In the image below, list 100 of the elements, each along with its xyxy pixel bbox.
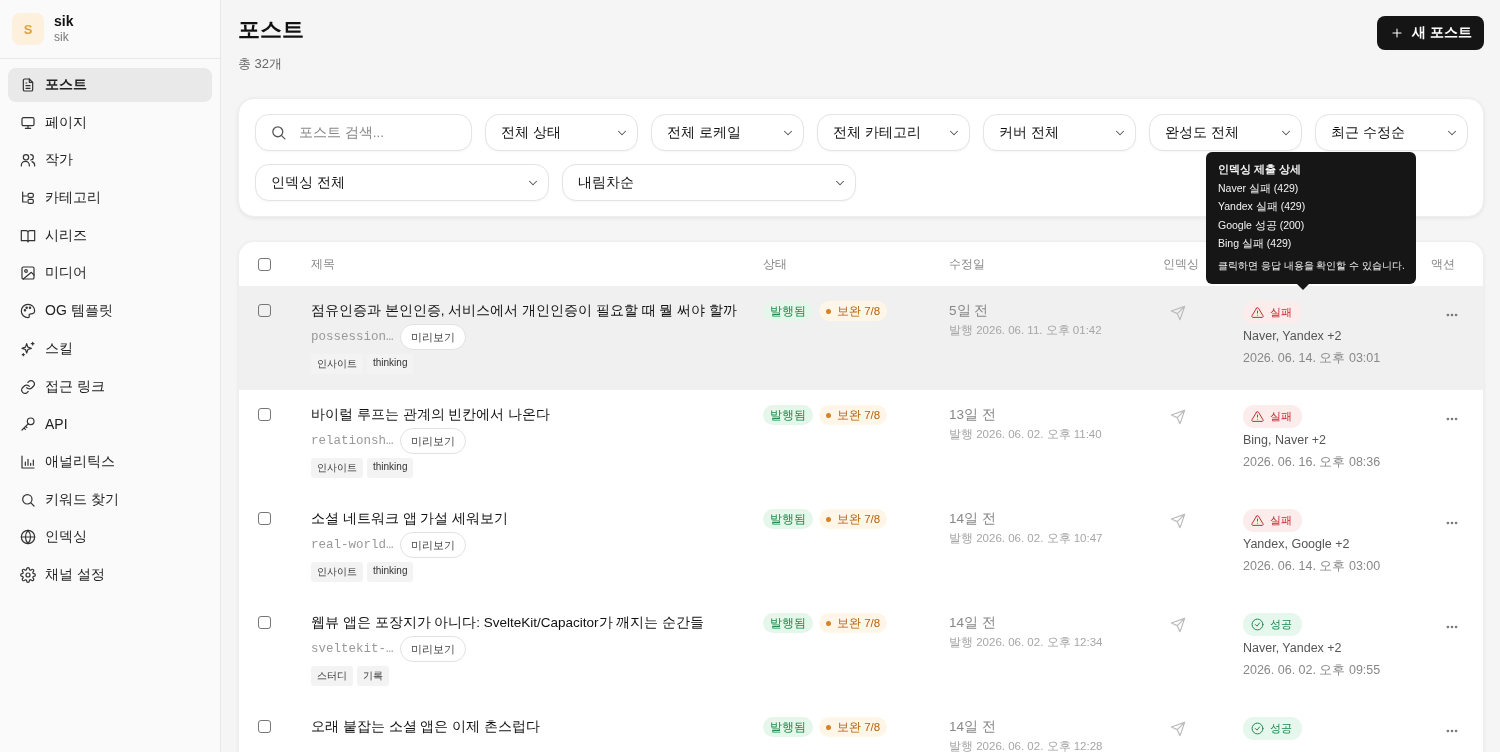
completeness-badge: 보완 7/8 <box>819 509 888 529</box>
filter-dropdown[interactable]: 전체 카테고리 <box>817 114 970 151</box>
index-result-badge[interactable]: 실패 <box>1243 405 1302 428</box>
palette-icon <box>20 303 36 320</box>
preview-button[interactable]: 미리보기 <box>399 428 466 454</box>
tag: 스터디 <box>311 666 353 686</box>
sidebar-item[interactable]: OG 템플릿 <box>8 294 212 329</box>
plus-icon <box>1390 26 1405 40</box>
modified-date: 14일 전 <box>949 614 997 632</box>
table-row[interactable]: 오래 붙잡는 소셜 앱은 이제 촌스럽다 발행됨 보완 7/8 14일 전 발행 2026. 06. 02. 오후 12:28 성공 <box>239 702 1483 752</box>
sidebar-item[interactable]: 애널리틱스 <box>8 444 212 479</box>
index-result-badge[interactable]: 실패 <box>1243 301 1302 324</box>
sidebar-item[interactable]: 스킬 <box>8 331 212 366</box>
search-icon <box>270 124 287 141</box>
row-checkbox[interactable] <box>258 720 271 733</box>
table-row[interactable]: 점유인증과 본인인증, 서비스에서 개인인증이 필요할 때 뭘 써야 할까 possession… 미리보기 인사이트 thinking 발행됨 보완 7/8 5일 전 발행 2026. 06. 11. 오후 01:42 실패 Naver, Yandex +2 2026. 06. 14. 오후 03:01 <box>239 286 1483 390</box>
sidebar-item[interactable]: 인덱싱 <box>8 520 212 555</box>
monitor-icon <box>20 114 36 131</box>
filter-dropdown[interactable]: 최근 수정순 <box>1315 114 1468 151</box>
sidebar-item[interactable]: 포스트 <box>8 68 212 102</box>
completeness-badge: 보완 7/8 <box>819 301 888 321</box>
check-circle-icon <box>1251 722 1264 735</box>
link-icon <box>20 378 36 395</box>
index-result-badge[interactable]: 성공 <box>1243 717 1302 740</box>
table-row[interactable]: 바이럴 루프는 관계의 빈칸에서 나온다 relationsh… 미리보기 인사이트 thinking 발행됨 보완 7/8 13일 전 발행 2026. 06. 02. 오후 11:40 실패 Bing, Naver +2 2026. 06. 16. 오후 08:36 <box>239 390 1483 494</box>
document-icon <box>20 77 36 93</box>
sidebar-item[interactable]: API <box>8 407 212 442</box>
index-result-badge[interactable]: 실패 <box>1243 509 1302 532</box>
tag: 인사이트 <box>311 562 363 582</box>
post-title[interactable]: 점유인증과 본인인증, 서비스에서 개인인증이 필요할 때 뭘 써야 할까 <box>311 301 763 320</box>
tag: 기록 <box>357 666 389 686</box>
sidebar-item[interactable]: 작가 <box>8 143 212 178</box>
users-icon <box>20 152 36 169</box>
search-engines: Bing, Naver +2 <box>1243 433 1328 447</box>
post-title[interactable]: 웹뷰 앱은 포장지가 아니다: SvelteKit/Capacitor가 깨지는 순간들 <box>311 613 763 632</box>
warning-icon <box>1251 410 1264 423</box>
indexed-date: 2026. 06. 16. 오후 08:36 <box>1243 454 1382 471</box>
sidebar-item[interactable]: 시리즈 <box>8 218 212 253</box>
filter-dropdown[interactable]: 인덱싱 전체 <box>255 164 549 201</box>
index-result-badge[interactable]: 성공 <box>1243 613 1302 636</box>
check-circle-icon <box>1251 618 1264 631</box>
tooltip-line: Bing 실패 (429) <box>1218 236 1292 251</box>
status-badge: 발행됨 <box>763 717 813 737</box>
indexed-date: 2026. 06. 14. 오후 03:00 <box>1243 558 1382 575</box>
image-icon <box>20 265 36 282</box>
preview-button[interactable]: 미리보기 <box>399 532 466 558</box>
filter-dropdown[interactable]: 커버 전체 <box>983 114 1136 151</box>
post-title[interactable]: 소셜 네트워크 앱 가설 세워보기 <box>311 509 763 528</box>
sidebar-item[interactable]: 페이지 <box>8 105 212 140</box>
column-header: 수정일 <box>949 256 985 271</box>
row-checkbox[interactable] <box>258 512 271 525</box>
sparkles-icon <box>20 340 36 357</box>
row-checkbox[interactable] <box>258 408 271 421</box>
new-post-button[interactable]: 새 포스트 <box>1377 16 1484 50</box>
published-date: 발행 2026. 06. 02. 오후 12:34 <box>949 635 1104 650</box>
indexed-date: 2026. 06. 14. 오후 03:01 <box>1243 350 1382 367</box>
sidebar-item[interactable]: 키워드 찾기 <box>8 482 212 517</box>
completeness-badge: 보완 7/8 <box>819 613 888 633</box>
tag: 인사이트 <box>311 458 363 478</box>
tooltip-note: 클릭하면 응답 내용을 확인할 수 있습니다. <box>1218 258 1405 273</box>
indexed-date: 2026. 06. 02. 오후 09:55 <box>1243 662 1382 679</box>
select-all-checkbox[interactable] <box>258 257 271 271</box>
table-row[interactable]: 웹뷰 앱은 포장지가 아니다: SvelteKit/Capacitor가 깨지는 순간들 sveltekit-… 미리보기 스터디 기록 발행됨 보완 7/8 14일 전 발행 2026. 06. 02. 오후 12:34 성공 Naver, Yandex +2 2026. 06. 02. 오후 09:55 <box>239 598 1483 702</box>
search-engines: Naver, Yandex +2 <box>1243 641 1343 655</box>
status-badge: 발행됨 <box>763 613 813 633</box>
post-slug: possession… <box>311 330 394 344</box>
filter-dropdown[interactable]: 전체 로케일 <box>651 114 804 151</box>
modified-date: 5일 전 <box>949 302 990 320</box>
sidebar-item[interactable]: 미디어 <box>8 256 212 291</box>
filter-dropdown[interactable]: 내림차순 <box>562 164 856 201</box>
column-header: 제목 <box>311 256 335 271</box>
search-input[interactable]: 포스트 검색... <box>297 124 461 141</box>
published-date: 발행 2026. 06. 02. 오후 10:47 <box>949 531 1104 546</box>
row-checkbox[interactable] <box>258 616 271 629</box>
search-icon <box>20 491 36 508</box>
tooltip-line: Google 성공 (200) <box>1218 217 1305 233</box>
preview-button[interactable]: 미리보기 <box>399 636 466 662</box>
post-slug: relationsh… <box>311 434 394 448</box>
column-header: 상태 <box>763 256 787 271</box>
post-title[interactable]: 오래 붙잡는 소셜 앱은 이제 촌스럽다 <box>311 717 763 736</box>
post-slug: sveltekit-… <box>311 642 394 656</box>
account-handle: sik <box>54 30 70 45</box>
sidebar-item[interactable]: 접근 링크 <box>8 369 212 404</box>
completeness-badge: 보완 7/8 <box>819 717 888 737</box>
published-date: 발행 2026. 06. 02. 오후 11:40 <box>949 427 1103 442</box>
tag: thinking <box>367 562 414 582</box>
completeness-badge: 보완 7/8 <box>819 405 888 425</box>
avatar: S <box>12 13 44 45</box>
search-field[interactable]: 포스트 검색... <box>255 114 472 151</box>
preview-button[interactable]: 미리보기 <box>399 324 466 350</box>
post-slug: real-world… <box>311 538 394 552</box>
published-date: 발행 2026. 06. 11. 오후 01:42 <box>949 323 1103 338</box>
post-title[interactable]: 바이럴 루프는 관계의 빈칸에서 나온다 <box>311 405 763 424</box>
sidebar-item[interactable]: 카테고리 <box>8 181 212 216</box>
table-row[interactable]: 소셜 네트워크 앱 가설 세워보기 real-world… 미리보기 인사이트 thinking 발행됨 보완 7/8 14일 전 발행 2026. 06. 02. 오후 10:47 실패 Yandex, Google +2 2026. 06. 14. 오후 03:00 <box>239 494 1483 598</box>
filter-dropdown[interactable]: 완성도 전체 <box>1149 114 1302 151</box>
warning-icon <box>1251 306 1264 319</box>
row-checkbox[interactable] <box>258 304 271 317</box>
sidebar-item[interactable]: 채널 설정 <box>8 557 212 592</box>
filter-dropdown[interactable]: 전체 상태 <box>485 114 638 151</box>
